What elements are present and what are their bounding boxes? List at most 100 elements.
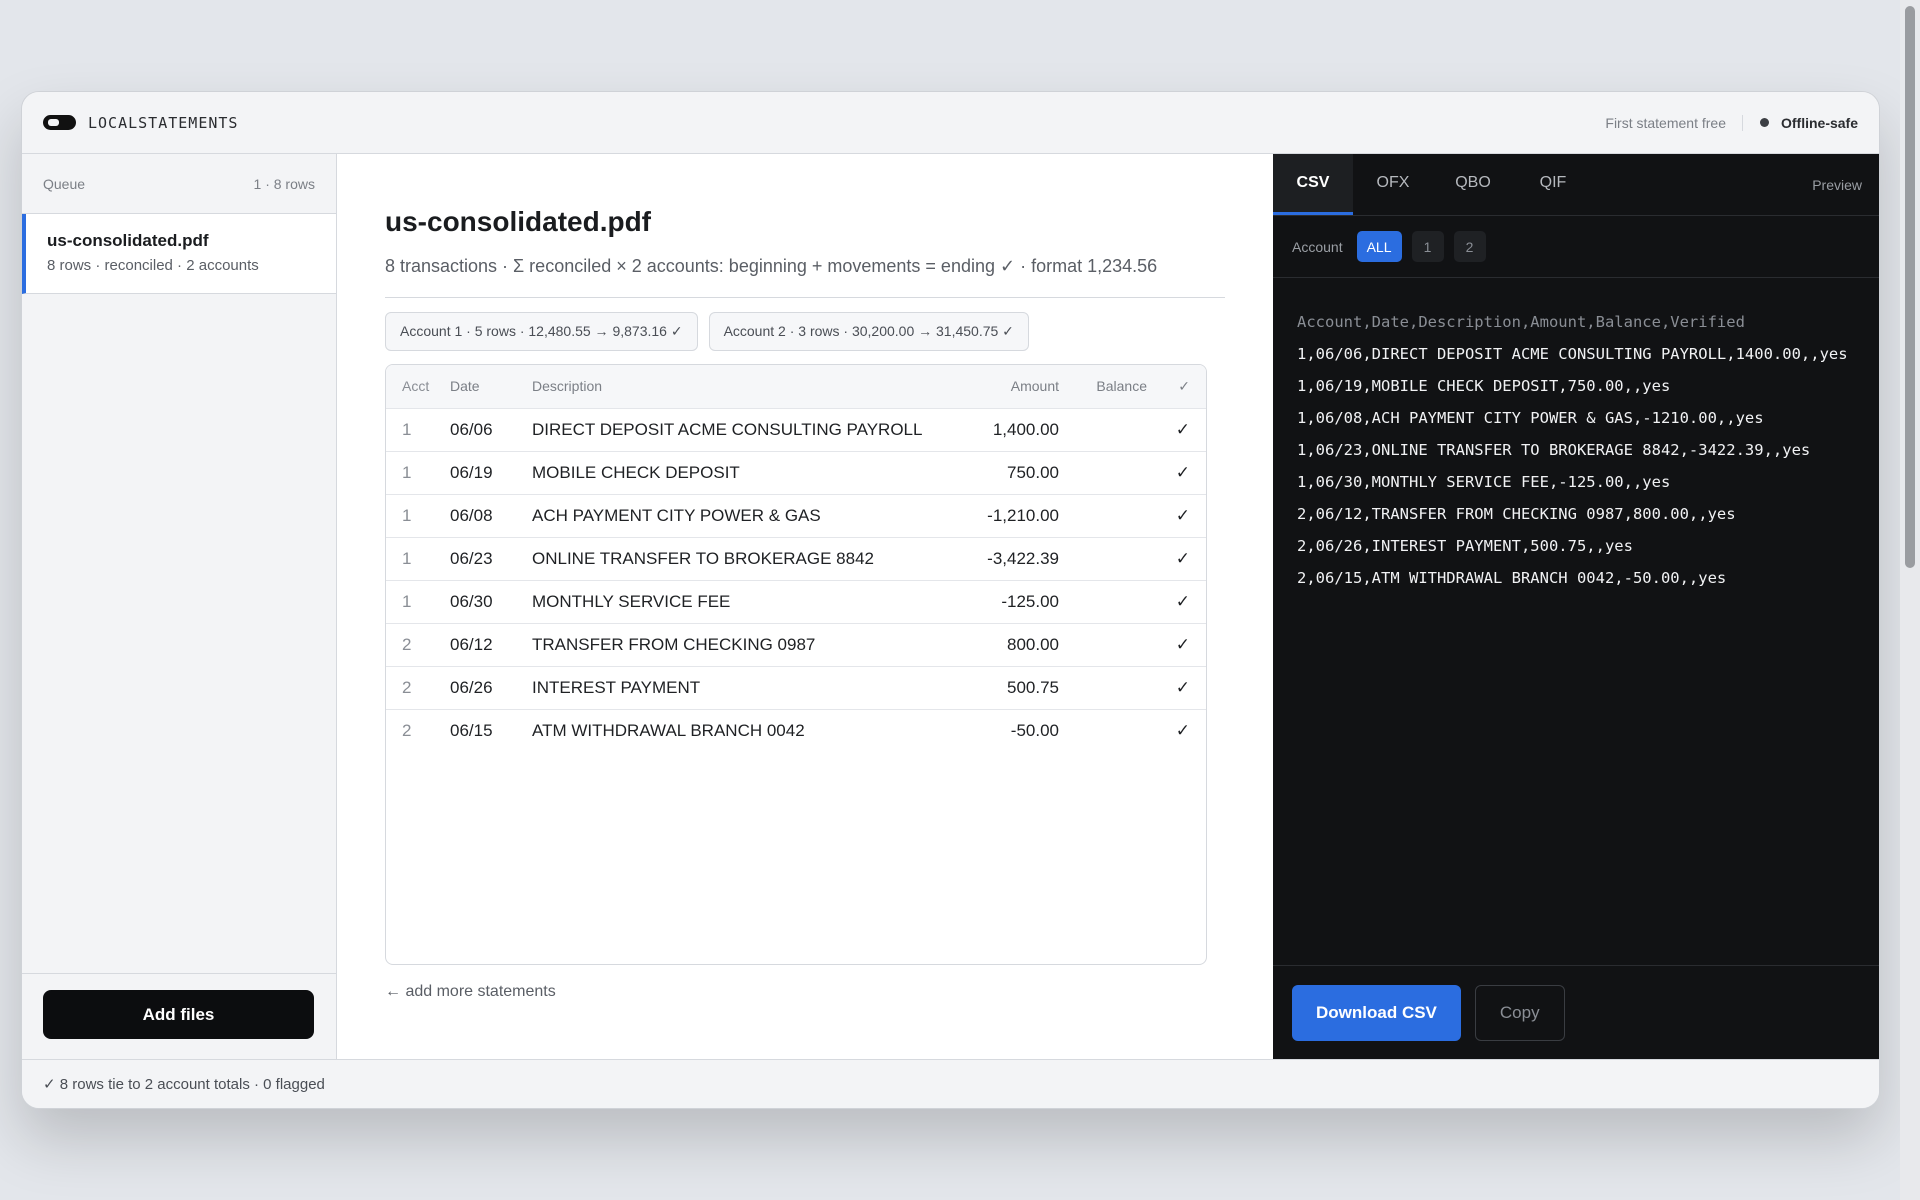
queue-item-us-consolidated[interactable]: us-consolidated.pdf 8 rows · reconciled … — [22, 214, 336, 294]
table-row[interactable]: 2 06/15 ATM WITHDRAWAL BRANCH 0042 -50.0… — [386, 708, 1206, 752]
table-row[interactable]: 1 06/19 MOBILE CHECK DEPOSIT 750.00 ✓ — [386, 450, 1206, 494]
csv-line: 2,06/15,ATM WITHDRAWAL BRANCH 0042,-50.0… — [1297, 569, 1727, 587]
csv-line: 1,06/19,MOBILE CHECK DEPOSIT,750.00,,yes — [1297, 377, 1671, 395]
csv-line: 1,06/08,ACH PAYMENT CITY POWER & GAS,-12… — [1297, 409, 1764, 427]
cell-acct: 1 — [386, 407, 450, 451]
cell-amount: 800.00 — [964, 622, 1059, 666]
cell-balance — [1059, 536, 1147, 580]
cell-description: MOBILE CHECK DEPOSIT — [532, 450, 964, 494]
verified-check-icon: ✓ — [1147, 622, 1206, 666]
promo-text: First statement free — [1605, 114, 1743, 131]
sidebar: Queue 1 · 8 rows us-consolidated.pdf 8 r… — [22, 154, 337, 1060]
queue-item-meta: 8 rows · reconciled · 2 accounts — [47, 257, 259, 274]
verified-check-icon: ✓ — [1147, 450, 1206, 494]
verified-check-icon: ✓ — [1147, 536, 1206, 580]
tab-ofx[interactable]: OFX — [1353, 154, 1433, 215]
document-title: us-consolidated.pdf — [385, 206, 651, 237]
queue-header: Queue 1 · 8 rows — [22, 154, 336, 214]
cell-description: ATM WITHDRAWAL BRANCH 0042 — [532, 708, 964, 752]
page-scrollbar[interactable] — [1900, 0, 1920, 1200]
queue-count: 1 · 8 rows — [253, 175, 315, 192]
cell-date: 06/26 — [450, 665, 532, 709]
brand-name: LOCALSTATEMENTS — [88, 113, 239, 132]
cell-balance — [1059, 622, 1147, 666]
top-bar: LOCALSTATEMENTS First statement free Off… — [22, 92, 1879, 154]
add-files-button[interactable]: Add files — [43, 990, 314, 1039]
status-bar: ✓ 8 rows tie to 2 account totals · 0 fla… — [22, 1059, 1879, 1108]
cell-amount: 500.75 — [964, 665, 1059, 709]
cell-date: 06/23 — [450, 536, 532, 580]
column-header-description: Description — [532, 378, 603, 395]
verified-check-icon: ✓ — [1147, 708, 1206, 752]
cell-acct: 1 — [386, 536, 450, 580]
export-panel: CSV OFX QBO QIF Preview Account ALL 1 2 … — [1273, 154, 1879, 1060]
table-header-row: Acct Date Description Amount Balance ✓ — [386, 365, 1206, 408]
preview-label: Preview — [1812, 176, 1862, 193]
account-chip[interactable]: Account 2 · 3 rows · 30,200.00 → 31,450.… — [708, 312, 1029, 351]
column-header-amount: Amount — [1010, 378, 1059, 395]
cell-balance — [1059, 493, 1147, 537]
cell-description: DIRECT DEPOSIT ACME CONSULTING PAYROLL — [532, 407, 964, 451]
cell-acct: 2 — [386, 708, 450, 752]
cell-amount: -3,422.39 — [964, 536, 1059, 580]
copy-button[interactable]: Copy — [1474, 985, 1565, 1041]
cell-balance — [1059, 665, 1147, 709]
csv-header-line: Account,Date,Description,Amount,Balance,… — [1297, 313, 1745, 331]
column-header-acct: Acct — [402, 378, 430, 395]
tab-qbo[interactable]: QBO — [1433, 154, 1513, 215]
cell-date: 06/15 — [450, 708, 532, 752]
cell-acct: 1 — [386, 579, 450, 623]
column-header-verified: ✓ — [1178, 377, 1190, 394]
cell-balance — [1059, 579, 1147, 623]
add-more-statements-link[interactable]: ← add more statements — [385, 983, 1225, 1001]
cell-date: 06/12 — [450, 622, 532, 666]
account-filter-all[interactable]: ALL — [1356, 231, 1402, 262]
cell-description: TRANSFER FROM CHECKING 0987 — [532, 622, 964, 666]
table-row[interactable]: 2 06/12 TRANSFER FROM CHECKING 0987 800.… — [386, 622, 1206, 666]
cell-acct: 2 — [386, 622, 450, 666]
table-row[interactable]: 1 06/06 DIRECT DEPOSIT ACME CONSULTING P… — [386, 407, 1206, 451]
csv-line: 1,06/06,DIRECT DEPOSIT ACME CONSULTING P… — [1297, 345, 1848, 363]
cell-description: ONLINE TRANSFER TO BROKERAGE 8842 — [532, 536, 964, 580]
cell-amount: 1,400.00 — [964, 407, 1059, 451]
cell-date: 06/08 — [450, 493, 532, 537]
table-row[interactable]: 1 06/23 ONLINE TRANSFER TO BROKERAGE 884… — [386, 536, 1206, 580]
cell-acct: 1 — [386, 493, 450, 537]
queue-item-name: us-consolidated.pdf — [47, 231, 209, 250]
scrollbar-thumb[interactable] — [1905, 6, 1915, 568]
account-filter-1[interactable]: 1 — [1411, 231, 1444, 262]
tab-qif[interactable]: QIF — [1513, 154, 1593, 215]
csv-line: 2,06/26,INTEREST PAYMENT,500.75,,yes — [1297, 537, 1633, 555]
column-header-date: Date — [450, 378, 480, 395]
cell-amount: -1,210.00 — [964, 493, 1059, 537]
offline-status: Offline-safe — [1780, 114, 1858, 131]
status-dot-icon — [1759, 118, 1769, 127]
queue-label: Queue — [43, 175, 86, 192]
app-window: LOCALSTATEMENTS First statement free Off… — [21, 91, 1880, 1109]
account-filter-2[interactable]: 2 — [1453, 231, 1486, 262]
table-row[interactable]: 1 06/08 ACH PAYMENT CITY POWER & GAS -1,… — [386, 493, 1206, 537]
verified-check-icon: ✓ — [1147, 579, 1206, 623]
table-row[interactable]: 1 06/30 MONTHLY SERVICE FEE -125.00 ✓ — [386, 579, 1206, 623]
cell-date: 06/06 — [450, 407, 532, 451]
cell-description: MONTHLY SERVICE FEE — [532, 579, 964, 623]
tab-csv[interactable]: CSV — [1273, 154, 1353, 215]
csv-line: 1,06/30,MONTHLY SERVICE FEE,-125.00,,yes — [1297, 473, 1671, 491]
main-content: us-consolidated.pdf 8 transactions · Σ r… — [337, 154, 1273, 1060]
cell-balance — [1059, 407, 1147, 451]
verified-check-icon: ✓ — [1147, 665, 1206, 709]
cell-balance — [1059, 450, 1147, 494]
cell-date: 06/30 — [450, 579, 532, 623]
account-filter-label: Account — [1292, 238, 1343, 255]
account-filter-bar: Account ALL 1 2 — [1273, 216, 1879, 278]
account-chips: Account 1 · 5 rows · 12,480.55 → 9,873.1… — [385, 312, 1225, 351]
sidebar-footer: Add files — [22, 973, 336, 1060]
column-header-balance: Balance — [1096, 378, 1147, 395]
table-row[interactable]: 2 06/26 INTEREST PAYMENT 500.75 ✓ — [386, 665, 1206, 709]
cell-balance — [1059, 708, 1147, 752]
csv-preview: Account,Date,Description,Amount,Balance,… — [1273, 278, 1879, 594]
download-csv-button[interactable]: Download CSV — [1292, 985, 1461, 1041]
cell-acct: 2 — [386, 665, 450, 709]
account-chip[interactable]: Account 1 · 5 rows · 12,480.55 → 9,873.1… — [385, 312, 698, 351]
toggle-logo-icon — [43, 115, 76, 130]
